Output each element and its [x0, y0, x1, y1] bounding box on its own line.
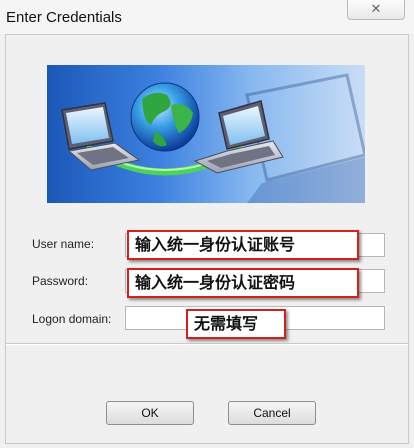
title-bar: Enter Credentials ✕ — [0, 0, 414, 34]
cancel-button[interactable]: Cancel — [228, 401, 316, 425]
dialog-title: Enter Credentials — [6, 9, 122, 26]
bottom-separator — [6, 343, 408, 345]
logon-domain-label: Logon domain: — [32, 312, 112, 326]
close-button[interactable]: ✕ — [347, 0, 405, 20]
close-icon: ✕ — [370, 1, 382, 16]
user-name-instruction-note: 输入统一身份认证账号 — [127, 230, 359, 260]
password-label: Password: — [32, 274, 89, 288]
user-name-label: User name: — [32, 237, 95, 251]
dialog-body: User name: Password: Logon domain: 输入统一身… — [5, 34, 409, 444]
password-instruction-note: 输入统一身份认证密码 — [127, 268, 359, 298]
enter-credentials-dialog: Enter Credentials ✕ User name: Password:… — [0, 0, 414, 448]
ok-button[interactable]: OK — [106, 401, 194, 425]
network-globe-laptops-icon — [61, 73, 365, 203]
network-banner-image — [47, 65, 365, 203]
domain-instruction-note: 无需填写 — [186, 309, 286, 339]
